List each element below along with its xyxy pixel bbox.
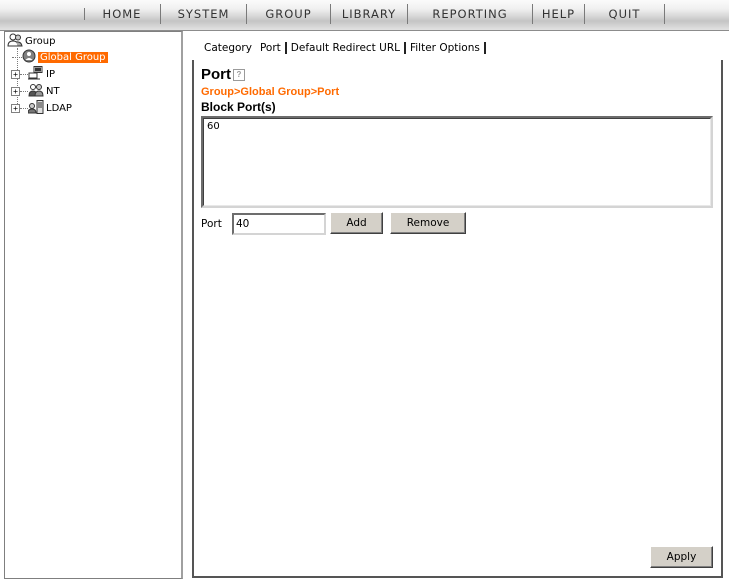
menu-group[interactable]: GROUP	[247, 4, 331, 24]
tab-filter-options[interactable]: Filter Options	[406, 42, 486, 54]
tree-connector-line	[12, 56, 22, 58]
remove-button[interactable]: Remove	[390, 212, 466, 234]
menu-library[interactable]: LIBRARY	[331, 4, 408, 24]
expand-toggle-ldap[interactable]: +	[11, 103, 20, 113]
breadcrumb: Group>Global Group>Port	[201, 86, 340, 98]
tree-item-nt[interactable]: + NT	[11, 83, 60, 99]
menu-bar-spacer	[0, 8, 85, 20]
menu-reporting[interactable]: REPORTING	[408, 4, 533, 24]
nt-users-icon	[28, 83, 44, 100]
menu-bar-tail	[665, 8, 725, 20]
section-title: Block Port(s)	[201, 100, 276, 114]
menu-help[interactable]: HELP	[533, 4, 585, 24]
tree-item-label: LDAP	[46, 102, 72, 114]
blocked-ports-list-inner: 60	[203, 118, 711, 206]
menu-quit[interactable]: QUIT	[585, 4, 665, 24]
computer-network-icon	[28, 65, 44, 83]
tree-item-label: IP	[46, 68, 55, 80]
apply-button[interactable]: Apply	[650, 546, 713, 568]
blocked-ports-list[interactable]: 60	[201, 116, 713, 208]
tree-connector-line	[20, 73, 28, 75]
tree-item-ip[interactable]: + IP	[11, 65, 55, 83]
tree-item-label: Global Group	[38, 51, 108, 63]
top-menu-bar: HOME SYSTEM GROUP LIBRARY REPORTING HELP…	[0, 0, 729, 31]
tree-root-label: Group	[25, 35, 56, 47]
tab-default-redirect-url[interactable]: Default Redirect URL	[287, 42, 406, 54]
tree-item-ldap[interactable]: + LDAP	[11, 99, 72, 117]
add-button[interactable]: Add	[330, 212, 383, 234]
tree-item-global-group[interactable]: Global Group	[12, 49, 108, 65]
tab-port[interactable]: Port	[256, 42, 287, 54]
menu-home[interactable]: HOME	[84, 4, 161, 24]
group-users-icon	[7, 33, 23, 50]
group-tree-panel: Group Global Group + IP + NT + LDAP	[4, 31, 183, 579]
tree-item-label: NT	[46, 85, 60, 97]
menu-system[interactable]: SYSTEM	[161, 4, 247, 24]
tab-strip: Category Port Default Redirect URL Filte…	[200, 40, 486, 56]
global-group-icon	[22, 49, 36, 66]
tree-connector-line	[20, 107, 28, 109]
list-item[interactable]: 60	[207, 121, 707, 132]
expand-toggle-ip[interactable]: +	[11, 69, 20, 79]
tree-connector-line	[20, 90, 28, 92]
tab-category[interactable]: Category	[200, 42, 256, 54]
tree-root[interactable]: Group	[7, 33, 56, 50]
page-title: Port ?	[201, 66, 245, 83]
port-label: Port	[201, 218, 222, 230]
expand-toggle-nt[interactable]: +	[11, 86, 20, 96]
help-icon[interactable]: ?	[233, 68, 245, 81]
port-input[interactable]	[232, 213, 326, 235]
ldap-server-icon	[27, 99, 44, 117]
page-title-text: Port	[201, 66, 231, 83]
